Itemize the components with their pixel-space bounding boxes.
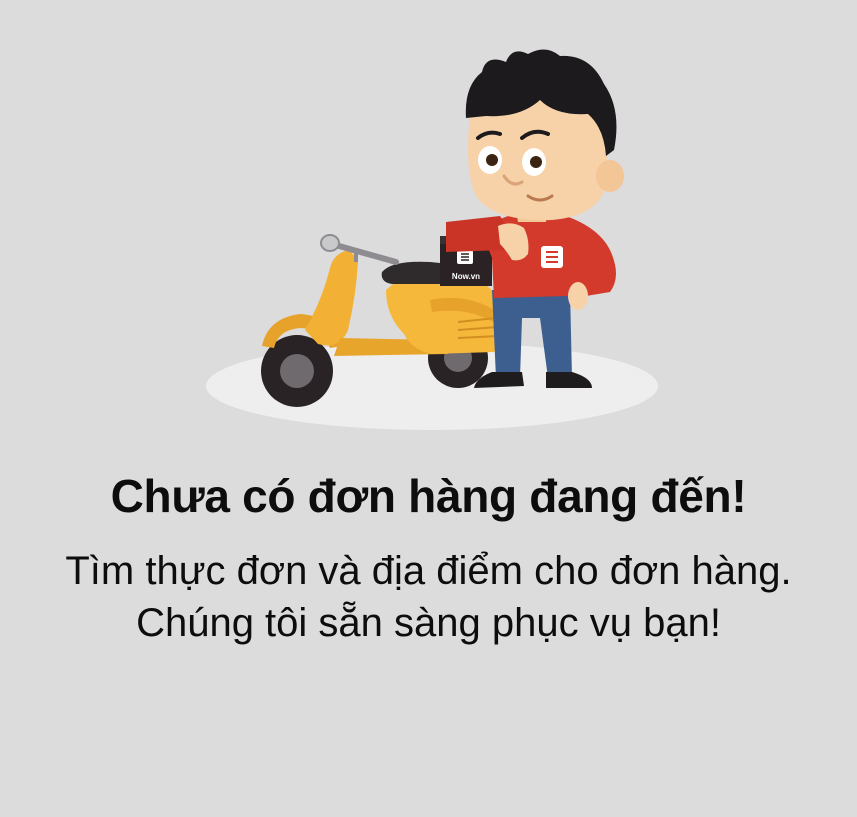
delivery-man-illustration: Now.vn — [206, 49, 658, 430]
box-brand-label: Now.vn — [452, 272, 480, 281]
empty-orders-screen: Now.vn Chưa có đơn hàng đang đến! Tìm th… — [0, 0, 857, 817]
empty-state-subtitle-line2: Chúng tôi sẵn sàng phục vụ bạn! — [136, 601, 721, 645]
empty-state-subtitle-line1: Tìm thực đơn và địa điểm cho đơn hàng. — [65, 549, 792, 593]
empty-state-title: Chưa có đơn hàng đang đến! — [110, 470, 747, 522]
